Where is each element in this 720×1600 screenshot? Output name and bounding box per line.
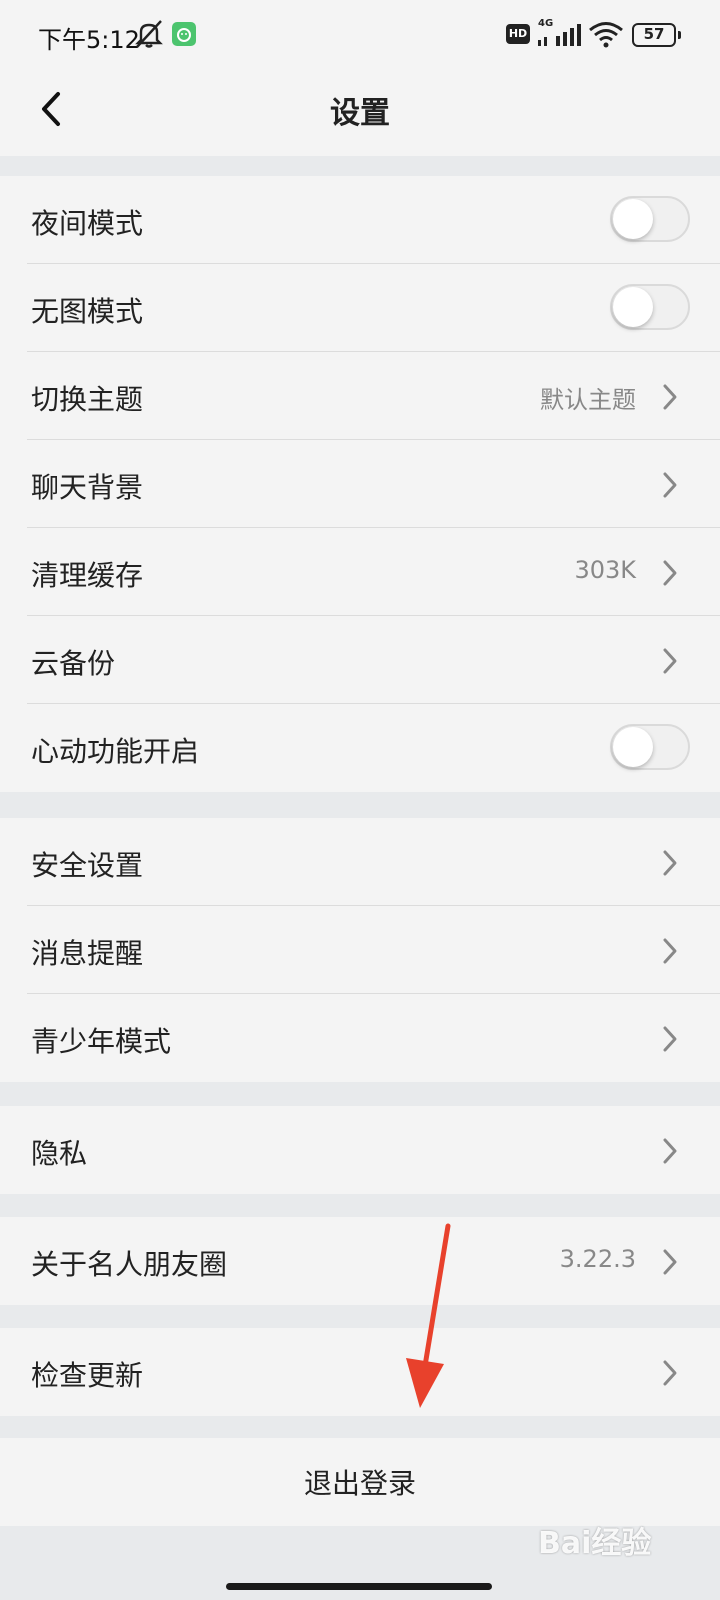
setting-row-chat-background[interactable]: 聊天背景 <box>0 440 720 528</box>
toggle-knob <box>613 287 653 327</box>
setting-value: 默认主题 <box>540 386 636 414</box>
setting-label: 夜间模式 <box>31 207 144 240</box>
setting-row-security[interactable]: 安全设置 <box>0 818 720 906</box>
hd-badge: HD <box>506 24 530 44</box>
setting-label: 云备份 <box>31 647 116 680</box>
chevron-right-icon <box>663 1138 677 1164</box>
setting-row-heartbeat-feature[interactable]: 心动功能开启 <box>0 704 720 792</box>
setting-label: 青少年模式 <box>31 1025 172 1058</box>
night-mode-toggle[interactable] <box>610 196 690 242</box>
chevron-right-icon <box>663 1249 677 1275</box>
baidu-watermark-logo: Bai经验 <box>538 1526 652 1561</box>
setting-label: 清理缓存 <box>31 559 144 592</box>
settings-group-privacy: 隐私 <box>0 1106 720 1194</box>
settings-group-update: 检查更新 <box>0 1328 720 1416</box>
setting-row-clear-cache[interactable]: 清理缓存 303K <box>0 528 720 616</box>
chevron-right-icon <box>663 648 677 674</box>
page-title: 设置 <box>330 96 390 131</box>
no-image-mode-toggle[interactable] <box>610 284 690 330</box>
setting-label: 无图模式 <box>31 295 144 328</box>
chevron-right-icon <box>663 938 677 964</box>
settings-group-general: 夜间模式 无图模式 切换主题 默认主题 聊天背景 清理缓存 303K 云备份 心… <box>0 176 720 792</box>
logout-label: 退出登录 <box>303 1467 416 1500</box>
logout-button[interactable]: 退出登录 <box>0 1438 720 1526</box>
home-indicator[interactable] <box>226 1583 492 1590</box>
setting-label: 检查更新 <box>31 1359 144 1392</box>
annotation-arrow-icon <box>406 1223 451 1408</box>
chevron-right-icon <box>663 472 677 498</box>
settings-group-about: 关于名人朋友圈 3.22.3 <box>0 1217 720 1305</box>
setting-label: 隐私 <box>31 1137 88 1170</box>
setting-row-no-image-mode[interactable]: 无图模式 <box>0 264 720 352</box>
setting-label: 安全设置 <box>31 849 144 882</box>
wifi-icon <box>589 22 623 48</box>
setting-label: 心动功能开启 <box>31 735 200 768</box>
nav-bar: 设置 <box>0 70 720 156</box>
setting-row-cloud-backup[interactable]: 云备份 <box>0 616 720 704</box>
chevron-right-icon <box>663 1360 677 1386</box>
chevron-right-icon <box>663 850 677 876</box>
chevron-right-icon <box>663 384 677 410</box>
setting-row-teen-mode[interactable]: 青少年模式 <box>0 994 720 1082</box>
heartbeat-feature-toggle[interactable] <box>610 724 690 770</box>
signal-icon <box>538 24 581 46</box>
app-notification-icon <box>172 22 196 46</box>
setting-row-night-mode[interactable]: 夜间模式 <box>0 176 720 264</box>
setting-row-privacy[interactable]: 隐私 <box>0 1106 720 1194</box>
setting-row-switch-theme[interactable]: 切换主题 默认主题 <box>0 352 720 440</box>
toggle-knob <box>613 199 653 239</box>
setting-label: 消息提醒 <box>31 937 144 970</box>
battery-icon: 57 <box>632 23 681 47</box>
setting-label: 关于名人朋友圈 <box>31 1248 228 1281</box>
setting-row-check-update[interactable]: 检查更新 <box>0 1328 720 1416</box>
setting-label: 聊天背景 <box>31 471 144 504</box>
settings-group-account: 安全设置 消息提醒 青少年模式 <box>0 818 720 1082</box>
status-bar: 下午5:12 HD 4G 57 <box>0 0 720 70</box>
chevron-right-icon <box>663 1026 677 1052</box>
toggle-knob <box>613 727 653 767</box>
mute-icon <box>135 20 163 48</box>
chevron-right-icon <box>663 560 677 586</box>
status-time: 下午5:12 <box>38 26 140 54</box>
setting-value: 303K <box>574 556 636 584</box>
app-version: 3.22.3 <box>559 1245 636 1273</box>
setting-row-notifications[interactable]: 消息提醒 <box>0 906 720 994</box>
setting-label: 切换主题 <box>31 383 144 416</box>
setting-row-about[interactable]: 关于名人朋友圈 3.22.3 <box>0 1217 720 1305</box>
